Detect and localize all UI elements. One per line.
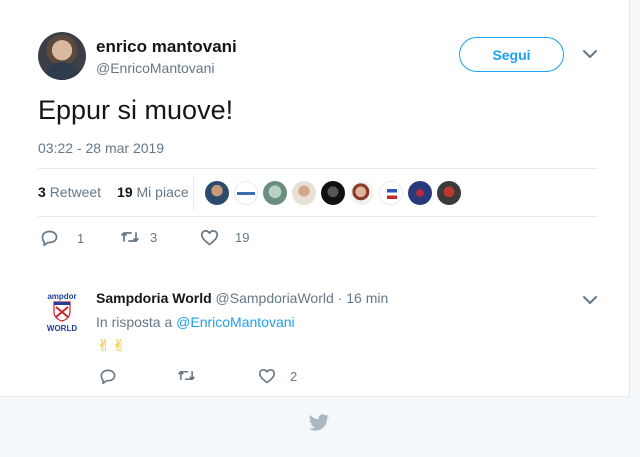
author-avatar[interactable] <box>38 32 86 80</box>
retweet-icon <box>178 370 195 381</box>
liker-avatar[interactable] <box>292 181 316 205</box>
sampdoria-world-logo[interactable]: ampdor WORLD <box>42 290 82 334</box>
separator-dot: · <box>337 290 343 306</box>
in-reply-to: In risposta a @EnricoMantovani <box>96 314 295 330</box>
heart-icon <box>258 368 276 384</box>
in-reply-prefix: In risposta a <box>96 314 173 330</box>
reply-author-name[interactable]: Sampdoria World <box>96 290 212 306</box>
page-background-strip <box>630 0 640 457</box>
liker-avatar[interactable] <box>379 181 403 205</box>
follow-button[interactable]: Segui <box>459 37 564 72</box>
svg-text:WORLD: WORLD <box>47 324 77 333</box>
liker-avatar[interactable] <box>234 181 258 205</box>
tweet-stats: 3 Retweet 19 Mi piace <box>38 184 189 200</box>
twitter-bird-icon[interactable] <box>308 414 330 432</box>
tweet-embed-card: enrico mantovani @EnricoMantovani Segui … <box>0 0 630 457</box>
liker-avatar[interactable] <box>205 181 229 205</box>
chevron-down-icon[interactable] <box>582 48 598 60</box>
like-action[interactable]: 19 <box>200 229 249 246</box>
reply-header: Sampdoria World @SampdoriaWorld · 16 min <box>96 290 388 306</box>
liker-avatar[interactable] <box>350 181 374 205</box>
reply-reply-action[interactable] <box>99 368 117 385</box>
likes-label: Mi piace <box>136 184 189 200</box>
retweet-icon <box>121 232 139 242</box>
heart-icon <box>200 230 219 246</box>
reply-like-count: 2 <box>290 368 298 384</box>
divider <box>193 176 194 210</box>
likes-stat[interactable]: 19 Mi piace <box>117 184 189 200</box>
author-handle[interactable]: @EnricoMantovani <box>96 60 215 76</box>
reply-icon <box>41 230 58 247</box>
reply-action[interactable]: 1 <box>40 229 84 247</box>
liker-avatar[interactable] <box>263 181 287 205</box>
chevron-down-icon[interactable] <box>582 294 598 306</box>
liker-avatar[interactable] <box>321 181 345 205</box>
retweets-stat[interactable]: 3 Retweet <box>38 184 101 200</box>
tweet-text: Eppur si muove! <box>38 95 234 125</box>
liker-avatar[interactable] <box>437 181 461 205</box>
reply-time[interactable]: 16 min <box>346 290 388 306</box>
tweet-timestamp[interactable]: 03:22 - 28 mar 2019 <box>38 140 164 156</box>
likers-avatars <box>205 181 461 205</box>
in-reply-handle-link[interactable]: @EnricoMantovani <box>176 314 295 330</box>
retweet-action[interactable]: 3 <box>120 229 157 245</box>
divider <box>38 168 598 169</box>
like-count: 19 <box>235 230 250 245</box>
likes-count: 19 <box>117 184 133 200</box>
liker-avatar[interactable] <box>408 181 432 205</box>
reply-author-handle[interactable]: @SampdoriaWorld <box>216 290 334 306</box>
retweets-count: 3 <box>38 184 46 200</box>
svg-text:ampdor: ampdor <box>47 292 76 301</box>
divider <box>38 216 598 217</box>
reply-icon <box>100 369 116 385</box>
retweet-count: 3 <box>150 229 158 245</box>
reply-like-action[interactable]: 2 <box>258 368 297 384</box>
retweets-label: Retweet <box>49 184 102 200</box>
reply-retweet-action[interactable] <box>177 368 196 383</box>
reply-count: 1 <box>77 230 85 246</box>
reply-text: ✌✌ <box>97 338 128 355</box>
author-name[interactable]: enrico mantovani <box>96 37 237 57</box>
